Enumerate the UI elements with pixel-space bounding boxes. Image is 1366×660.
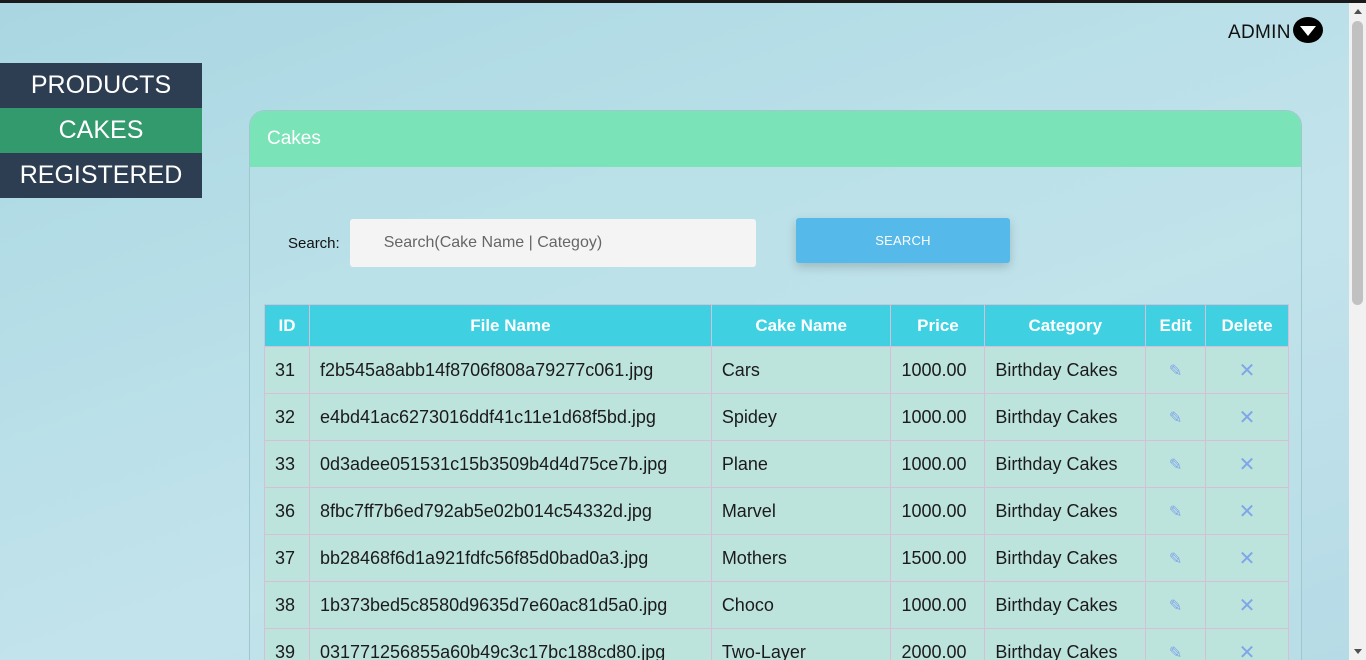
pencil-icon[interactable]: ✎ — [1169, 361, 1182, 381]
search-label: Search: — [288, 234, 340, 252]
cell-category: Birthday Cakes — [984, 534, 1147, 582]
col-header-cake-name[interactable]: Cake Name — [710, 304, 892, 347]
table-row: 39 031771256855a60b49c3c17bc188cd80.jpg Tw… — [264, 628, 1289, 660]
cell-cake-name: Spidey — [710, 393, 892, 441]
close-icon[interactable]: ✕ — [1239, 548, 1256, 570]
cell-delete: ✕ — [1205, 440, 1289, 488]
cell-edit: ✎ — [1145, 393, 1207, 441]
close-icon[interactable]: ✕ — [1239, 595, 1256, 617]
user-label: ADMIN — [1228, 22, 1291, 43]
cell-delete: ✕ — [1205, 534, 1289, 582]
cell-delete: ✕ — [1205, 628, 1289, 660]
cell-delete: ✕ — [1205, 487, 1289, 535]
close-icon[interactable]: ✕ — [1239, 360, 1256, 382]
table-body: 31 f2b545a8abb14f8706f808a79277c061.jpg Ca… — [264, 346, 1289, 660]
col-header-file-name[interactable]: File Name — [308, 304, 712, 347]
cell-id: 39 — [264, 628, 310, 660]
cell-cake-name: Mothers — [710, 534, 892, 582]
cell-id: 37 — [264, 534, 310, 582]
close-icon[interactable]: ✕ — [1239, 642, 1256, 660]
table-row: 36 8fbc7ff7b6ed792ab5e02b014c54332d.jpg Ma… — [264, 487, 1289, 535]
search-input[interactable] — [349, 219, 756, 267]
cell-category: Birthday Cakes — [984, 440, 1147, 488]
cell-cake-name: Two-Layer — [710, 628, 892, 660]
cell-category: Birthday Cakes — [984, 628, 1147, 660]
user-menu[interactable]: ADMIN — [1228, 16, 1323, 44]
scrollbar[interactable] — [1349, 3, 1366, 660]
cell-category: Birthday Cakes — [984, 346, 1147, 394]
cell-category: Birthday Cakes — [984, 487, 1147, 535]
table-header-row: ID File Name Cake Name Price Category Ed… — [264, 304, 1289, 347]
sidebar-item-products[interactable]: PRODUCTS — [0, 63, 202, 108]
cell-edit: ✎ — [1145, 440, 1207, 488]
cell-id: 31 — [264, 346, 310, 394]
cell-cake-name: Plane — [710, 440, 892, 488]
pencil-icon[interactable]: ✎ — [1169, 596, 1182, 616]
caret-down-icon[interactable] — [1292, 17, 1323, 43]
cell-file-name: bb28468f6d1a921fdfc56f85d0bad0a3.jpg — [308, 534, 712, 582]
cell-edit: ✎ — [1145, 581, 1207, 629]
cakes-panel: Cakes Search: SEARCH ID File Name Cake N… — [249, 110, 1302, 660]
cell-file-name: e4bd41ac6273016ddf41c11e1d68f5bd.jpg — [308, 393, 712, 441]
table-row: 37 bb28468f6d1a921fdfc56f85d0bad0a3.jpg Mo… — [264, 534, 1289, 582]
cell-edit: ✎ — [1145, 628, 1207, 660]
close-icon[interactable]: ✕ — [1239, 454, 1256, 476]
cell-cake-name: Cars — [710, 346, 892, 394]
pencil-icon[interactable]: ✎ — [1169, 455, 1182, 475]
cell-price: 1000.00 — [890, 440, 986, 488]
cell-cake-name: Choco — [710, 581, 892, 629]
cakes-table: ID File Name Cake Name Price Category Ed… — [264, 304, 1289, 660]
sidebar-item-cakes[interactable]: CAKES — [0, 108, 202, 153]
cell-file-name: f2b545a8abb14f8706f808a79277c061.jpg — [308, 346, 712, 394]
cell-price: 1000.00 — [890, 487, 986, 535]
sidebar: PRODUCTS CAKES REGISTERED — [0, 63, 202, 198]
cell-category: Birthday Cakes — [984, 581, 1147, 629]
pencil-icon[interactable]: ✎ — [1169, 643, 1182, 660]
close-icon[interactable]: ✕ — [1239, 501, 1256, 523]
cell-file-name: 8fbc7ff7b6ed792ab5e02b014c54332d.jpg — [308, 487, 712, 535]
cell-file-name: 1b373bed5c8580d9635d7e60ac81d5a0.jpg — [308, 581, 712, 629]
cell-price: 1500.00 — [890, 534, 986, 582]
cell-price: 1000.00 — [890, 346, 986, 394]
table-row: 31 f2b545a8abb14f8706f808a79277c061.jpg Ca… — [264, 346, 1289, 394]
cell-edit: ✎ — [1145, 534, 1207, 582]
col-header-id[interactable]: ID — [264, 304, 310, 347]
pencil-icon[interactable]: ✎ — [1169, 549, 1182, 569]
cell-id: 32 — [264, 393, 310, 441]
scroll-up-icon[interactable] — [1354, 9, 1362, 14]
cell-delete: ✕ — [1205, 581, 1289, 629]
col-header-delete: Delete — [1205, 304, 1289, 347]
cell-edit: ✎ — [1145, 487, 1207, 535]
cell-delete: ✕ — [1205, 346, 1289, 394]
scroll-down-icon[interactable] — [1354, 649, 1362, 654]
cell-id: 36 — [264, 487, 310, 535]
sidebar-item-registered[interactable]: REGISTERED — [0, 153, 202, 198]
search-button[interactable]: SEARCH — [796, 218, 1010, 263]
top-border — [0, 0, 1366, 3]
table-row: 32 e4bd41ac6273016ddf41c11e1d68f5bd.jpg Sp… — [264, 393, 1289, 441]
cell-file-name: 031771256855a60b49c3c17bc188cd80.jpg — [308, 628, 712, 660]
cell-price: 1000.00 — [890, 393, 986, 441]
scroll-thumb[interactable] — [1352, 21, 1363, 305]
cell-category: Birthday Cakes — [984, 393, 1147, 441]
cell-file-name: 0d3adee051531c15b3509b4d4d75ce7b.jpg — [308, 440, 712, 488]
panel-title: Cakes — [250, 111, 1301, 167]
cell-cake-name: Marvel — [710, 487, 892, 535]
cell-id: 33 — [264, 440, 310, 488]
table-row: 33 0d3adee051531c15b3509b4d4d75ce7b.jpg Pl… — [264, 440, 1289, 488]
col-header-price[interactable]: Price — [890, 304, 986, 347]
cell-price: 1000.00 — [890, 581, 986, 629]
close-icon[interactable]: ✕ — [1239, 407, 1256, 429]
pencil-icon[interactable]: ✎ — [1169, 408, 1182, 428]
cell-price: 2000.00 — [890, 628, 986, 660]
col-header-edit: Edit — [1145, 304, 1207, 347]
cell-edit: ✎ — [1145, 346, 1207, 394]
search-row: Search: — [288, 219, 756, 267]
cell-id: 38 — [264, 581, 310, 629]
cell-delete: ✕ — [1205, 393, 1289, 441]
table-row: 38 1b373bed5c8580d9635d7e60ac81d5a0.jpg Ch… — [264, 581, 1289, 629]
col-header-category[interactable]: Category — [984, 304, 1147, 347]
pencil-icon[interactable]: ✎ — [1169, 502, 1182, 522]
